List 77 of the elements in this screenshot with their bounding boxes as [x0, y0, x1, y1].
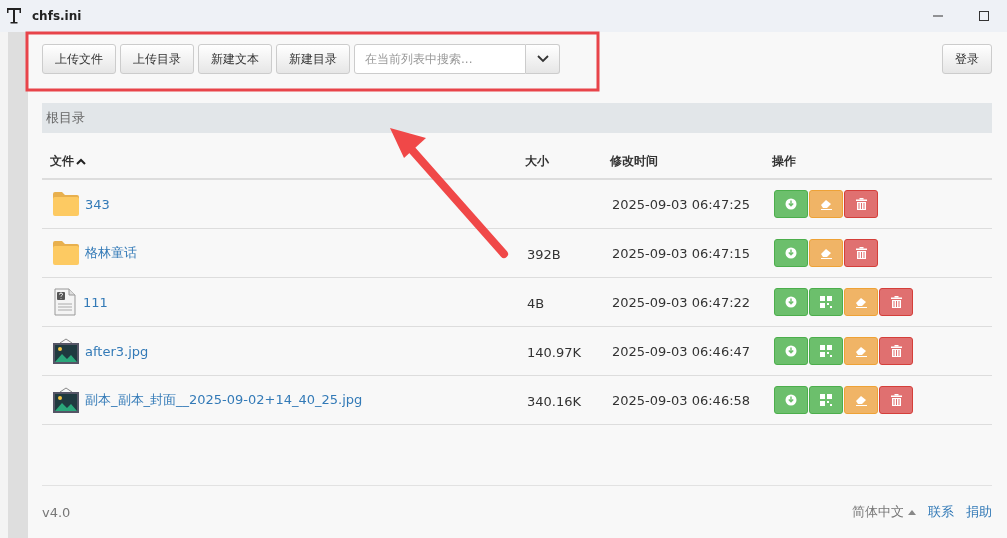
- download-button[interactable]: [774, 386, 808, 414]
- toolbar-button[interactable]: 新建目录: [276, 44, 350, 74]
- file-link[interactable]: 格林童话: [85, 244, 137, 262]
- eraser-icon: [819, 247, 833, 259]
- size-cell: 392B: [527, 246, 561, 262]
- trash-icon: [890, 296, 902, 308]
- column-header[interactable]: 修改时间: [610, 153, 772, 170]
- time-cell-text: 2025-09-03 06:47:22: [612, 294, 752, 310]
- file-link[interactable]: 副本_副本_封面__2025-09-02+14_40_25.jpg: [85, 391, 363, 409]
- document-icon: [52, 288, 78, 316]
- toolbar-button[interactable]: 上传目录: [120, 44, 194, 74]
- time-cell-text: 2025-09-03 06:46:47: [612, 343, 752, 359]
- column-header[interactable]: 文件: [50, 153, 525, 170]
- rename-button[interactable]: [844, 288, 878, 316]
- download-icon: [785, 198, 797, 210]
- download-icon: [785, 345, 797, 357]
- image-icon: [52, 337, 80, 365]
- download-icon: [785, 394, 797, 406]
- image-icon: [52, 386, 80, 414]
- eraser-icon: [854, 345, 868, 357]
- size-cell: 140.97K: [527, 344, 581, 360]
- login-button[interactable]: 登录: [942, 44, 992, 74]
- breadcrumb-bar: 根目录: [42, 103, 992, 133]
- download-icon: [785, 247, 797, 259]
- download-icon: [785, 296, 797, 308]
- delete-button[interactable]: [879, 386, 913, 414]
- folder-icon: [52, 240, 80, 266]
- download-button[interactable]: [774, 239, 808, 267]
- download-button[interactable]: [774, 288, 808, 316]
- rename-button[interactable]: [809, 239, 843, 267]
- size-cell: 4B: [527, 295, 545, 311]
- time-cell-text: 2025-09-03 06:46:58: [612, 392, 752, 408]
- delete-button[interactable]: [844, 190, 878, 218]
- download-button[interactable]: [774, 337, 808, 365]
- qrcode-icon: [820, 296, 832, 308]
- qrcode-button[interactable]: [809, 337, 843, 365]
- time-cell-text: 2025-09-03 06:47:15: [612, 245, 752, 261]
- column-header[interactable]: 操作: [772, 153, 992, 170]
- column-header[interactable]: 大小: [525, 153, 610, 170]
- rename-button[interactable]: [809, 190, 843, 218]
- qrcode-icon: [820, 394, 832, 406]
- trash-icon: [855, 198, 867, 210]
- file-link[interactable]: 111: [83, 294, 108, 310]
- eraser-icon: [854, 296, 868, 308]
- eraser-icon: [854, 394, 868, 406]
- sort-up-icon: [76, 158, 86, 165]
- time-cell-text: 2025-09-03 06:47:25: [612, 196, 752, 212]
- version-label: v4.0: [42, 504, 71, 520]
- qrcode-button[interactable]: [809, 386, 843, 414]
- toolbar-button[interactable]: 上传文件: [42, 44, 116, 74]
- maximize-icon: [979, 11, 989, 21]
- window-title: chfs.ini: [32, 9, 83, 23]
- qrcode-button[interactable]: [809, 288, 843, 316]
- language-selector[interactable]: 简体中文: [852, 503, 916, 521]
- toolbar-button[interactable]: 新建文本: [198, 44, 272, 74]
- delete-button[interactable]: [879, 337, 913, 365]
- search-field[interactable]: 在当前列表中搜索...: [354, 44, 526, 74]
- rename-button[interactable]: [844, 337, 878, 365]
- trash-icon: [890, 394, 902, 406]
- qrcode-icon: [820, 345, 832, 357]
- trash-icon: [890, 345, 902, 357]
- rename-button[interactable]: [844, 386, 878, 414]
- caret-up-icon: [908, 509, 916, 515]
- delete-button[interactable]: [879, 288, 913, 316]
- size-cell: 340.16K: [527, 393, 581, 409]
- delete-button[interactable]: [844, 239, 878, 267]
- eraser-icon: [819, 198, 833, 210]
- footer-link[interactable]: 捐助: [966, 503, 992, 521]
- app-icon: [6, 7, 22, 25]
- footer-link[interactable]: 联系: [928, 503, 954, 521]
- folder-icon: [52, 191, 80, 217]
- download-button[interactable]: [774, 190, 808, 218]
- file-link[interactable]: after3.jpg: [85, 343, 149, 359]
- file-link[interactable]: 343: [85, 196, 110, 212]
- chevron-down-icon: [536, 55, 549, 63]
- dropdown-button[interactable]: [526, 44, 560, 74]
- trash-icon: [855, 247, 867, 259]
